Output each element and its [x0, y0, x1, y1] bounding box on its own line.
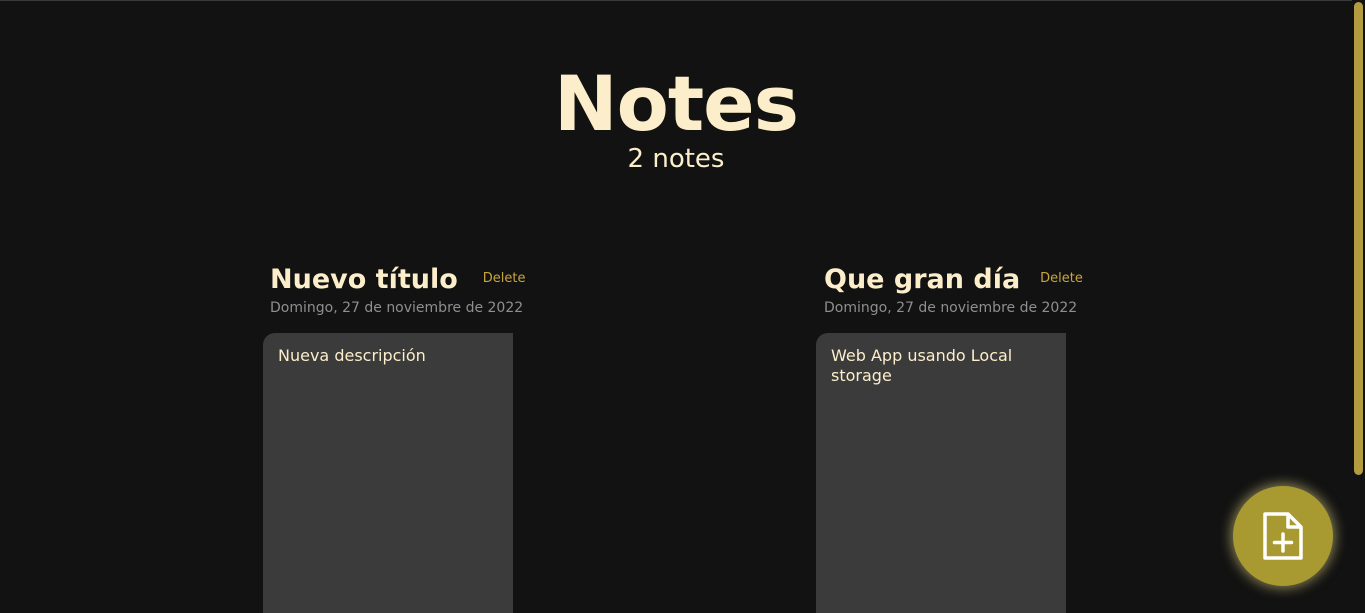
note-date: Domingo, 27 de noviembre de 2022 [270, 300, 524, 316]
note-card: Nuevo título Delete Domingo, 27 de novie… [263, 262, 526, 613]
note-header: Que gran día Delete [824, 262, 1083, 298]
delete-button[interactable]: Delete [483, 271, 526, 286]
scrollbar[interactable] [1352, 0, 1365, 604]
note-date: Domingo, 27 de noviembre de 2022 [824, 300, 1078, 316]
note-title: Nuevo título [270, 264, 458, 295]
note-card: Que gran día Delete Domingo, 27 de novie… [816, 262, 1083, 613]
page-header: Notes 2 notes [0, 59, 1352, 175]
add-note-button[interactable] [1233, 486, 1333, 586]
delete-button[interactable]: Delete [1040, 271, 1083, 286]
page-title: Notes [554, 59, 799, 148]
note-description[interactable]: Web App usando Local storage [816, 333, 1066, 613]
note-description[interactable]: Nueva descripción [263, 333, 513, 613]
scrollbar-thumb[interactable] [1354, 2, 1363, 475]
note-header: Nuevo título Delete [270, 262, 526, 298]
note-title: Que gran día [824, 264, 1021, 295]
file-plus-icon [1263, 512, 1303, 560]
notes-count: 2 notes [627, 144, 725, 174]
top-border [0, 0, 1365, 1]
